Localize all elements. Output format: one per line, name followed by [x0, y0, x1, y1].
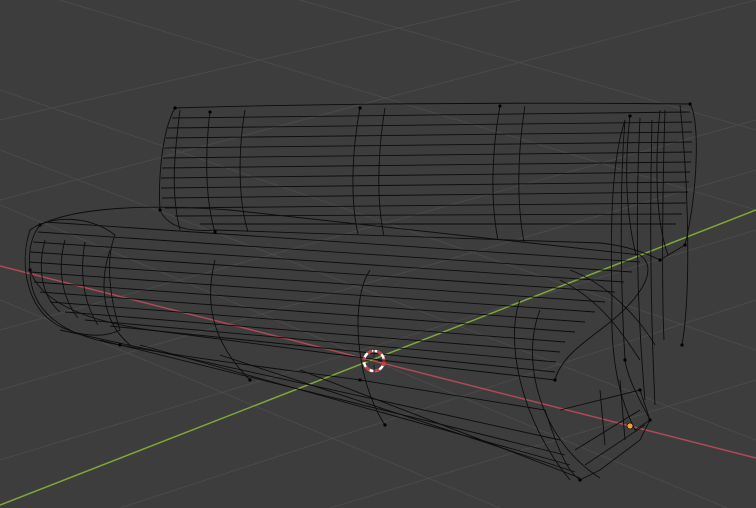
mesh-vertices: [28, 102, 692, 482]
viewport-canvas[interactable]: [0, 0, 756, 508]
object-origin-icon[interactable]: [626, 422, 634, 430]
3d-viewport[interactable]: [0, 0, 756, 508]
bench-mesh[interactable]: [24, 102, 697, 481]
